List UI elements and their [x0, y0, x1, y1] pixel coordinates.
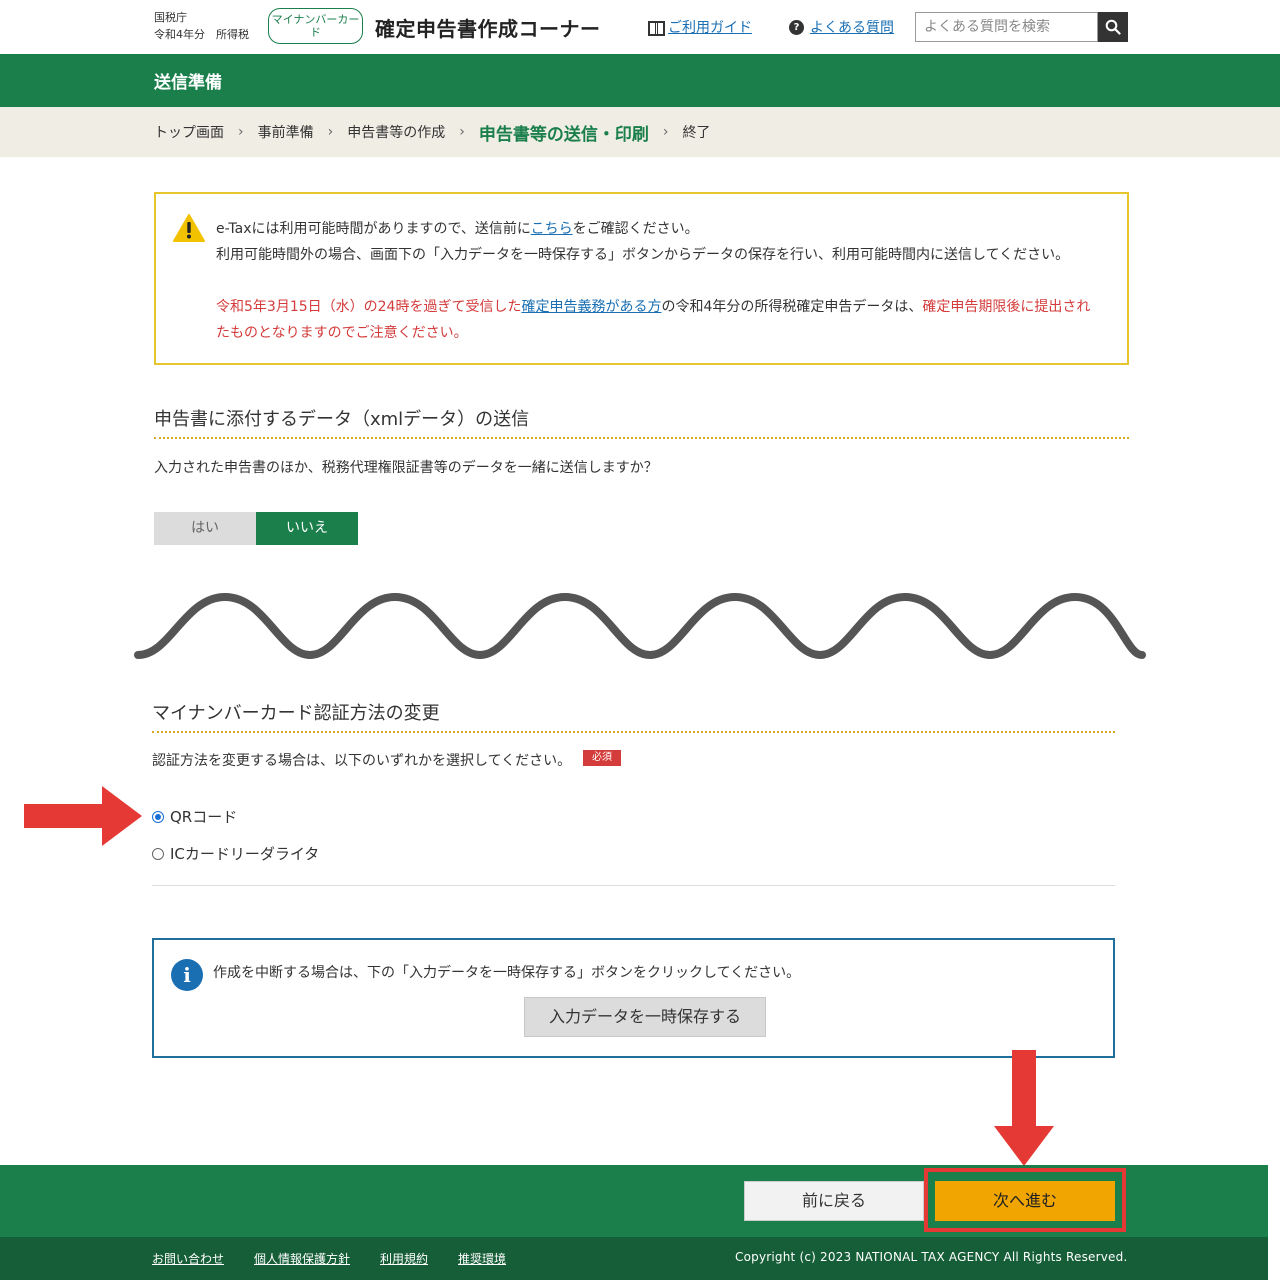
- attach-yes-button[interactable]: はい: [154, 512, 256, 545]
- search-icon: [1105, 19, 1121, 35]
- footer-link-privacy[interactable]: 個人情報保護方針: [254, 1250, 350, 1267]
- deadline-mid: の令和4年分の所得税確定申告データは、: [661, 299, 923, 315]
- copyright: Copyright (c) 2023 NATIONAL TAX AGENCY A…: [735, 1250, 1128, 1264]
- availability-warning: e-Taxには利用可能時間がありますので、送信前にこちらをご確認ください。 利用…: [154, 192, 1129, 365]
- temporary-save-button[interactable]: 入力データを一時保存する: [524, 997, 766, 1037]
- breadcrumb-separator-icon: ›: [662, 124, 669, 140]
- availability-link[interactable]: こちら: [531, 221, 573, 237]
- auth-option-ic-reader[interactable]: ICカードリーダライタ: [152, 843, 319, 864]
- deadline-pre: 令和5年3月15日（水）の24時を過ぎて受信した: [216, 299, 522, 315]
- footer-link-contact[interactable]: お問い合わせ: [152, 1250, 224, 1267]
- breadcrumb-end: 終了: [682, 125, 711, 141]
- auth-instruction: 認証方法を変更する場合は、以下のいずれかを選択してください。: [152, 753, 572, 769]
- required-badge: 必須: [583, 750, 621, 766]
- save-info-box: i 作成を中断する場合は、下の「入力データを一時保存する」ボタンをクリックしてく…: [152, 938, 1115, 1058]
- radio-ic-reader[interactable]: [152, 847, 164, 860]
- breadcrumb-creation: 申告書等の作成: [347, 125, 446, 141]
- site-title: 確定申告書作成コーナー: [375, 17, 601, 41]
- faq-link[interactable]: ? よくある質問: [789, 17, 894, 37]
- section-divider: [152, 731, 1115, 733]
- warning-line1: e-Taxには利用可能時間がありますので、送信前にこちらをご確認ください。: [216, 216, 1103, 242]
- warning-line2: 利用可能時間外の場合、画面下の「入力データを一時保存する」ボタンからデータの保存…: [216, 247, 1070, 263]
- back-button[interactable]: 前に戻る: [744, 1181, 924, 1221]
- breadcrumb-top: トップ画面: [154, 125, 224, 141]
- breadcrumb: トップ画面 › 事前準備 › 申告書等の作成 › 申告書等の送信・印刷 › 終了: [0, 107, 1280, 157]
- section-divider: [154, 437, 1129, 439]
- site-footer: お問い合わせ 個人情報保護方針 利用規約 推奨環境 Copyright (c) …: [0, 1237, 1268, 1280]
- footer-links: お問い合わせ 個人情報保護方針 利用規約 推奨環境: [152, 1250, 506, 1267]
- warning-icon: [173, 214, 205, 242]
- attach-no-button[interactable]: いいえ: [256, 512, 358, 545]
- search-button[interactable]: [1098, 12, 1128, 42]
- warning-line1-post: をご確認ください。: [572, 221, 699, 237]
- attach-question: 入力された申告書のほか、税務代理権限証書等のデータを一緒に送信しますか？: [154, 460, 658, 476]
- footer-link-terms[interactable]: 利用規約: [380, 1250, 428, 1267]
- breadcrumb-preparation: 事前準備: [257, 125, 314, 141]
- obligation-link[interactable]: 確定申告義務がある方: [521, 299, 661, 315]
- mynumber-card-badge: マイナンバーカード: [268, 8, 363, 44]
- faq-search-input[interactable]: [915, 12, 1098, 42]
- guide-link-label[interactable]: ご利用ガイド: [668, 17, 752, 37]
- auth-section-title: マイナンバーカード認証方法の変更: [152, 703, 440, 724]
- info-icon: i: [171, 959, 203, 991]
- annotation-arrow-down-icon: [994, 1050, 1054, 1166]
- agency-name: 国税庁: [154, 11, 187, 24]
- card-badge-label: マイナンバーカード: [271, 13, 360, 39]
- attach-toggle: はい いいえ: [154, 512, 358, 545]
- breadcrumb-current: 申告書等の送信・印刷: [478, 124, 649, 145]
- breadcrumb-separator-icon: ›: [238, 124, 244, 140]
- warning-line1-pre: e-Taxには利用可能時間がありますので、送信前に: [216, 221, 531, 237]
- question-icon: ?: [789, 19, 804, 35]
- book-icon: [648, 20, 665, 36]
- options-divider: [152, 885, 1115, 886]
- site-header: 国税庁 令和4年分 所得税 マイナンバーカード 確定申告書作成コーナー ご利用ガ…: [0, 0, 1280, 54]
- auth-option-qr-label: QRコード: [170, 808, 238, 826]
- agency-label: 国税庁 令和4年分 所得税: [154, 9, 249, 43]
- radio-qr[interactable]: [152, 810, 164, 823]
- attach-section-title: 申告書に添付するデータ（xmlデータ）の送信: [154, 409, 530, 430]
- breadcrumb-separator-icon: ›: [327, 124, 334, 140]
- deadline-warning: 令和5年3月15日（水）の24時を過ぎて受信した確定申告義務がある方の令和4年分…: [216, 294, 1103, 346]
- breadcrumb-separator-icon: ›: [459, 124, 465, 140]
- tax-year-label: 令和4年分 所得税: [154, 28, 249, 41]
- guide-link[interactable]: ご利用ガイド: [648, 17, 752, 37]
- faq-link-label[interactable]: よくある質問: [810, 17, 894, 37]
- auth-option-qr[interactable]: QRコード: [152, 806, 237, 827]
- action-bar: 前に戻る 次へ進む: [0, 1165, 1268, 1237]
- omission-wave-divider: [134, 592, 1146, 660]
- save-info-text: 作成を中断する場合は、下の「入力データを一時保存する」ボタンをクリックしてくださ…: [213, 965, 801, 981]
- page-title-band: 送信準備: [0, 54, 1280, 107]
- page-title: 送信準備: [154, 73, 222, 93]
- annotation-arrow-right-icon: [24, 786, 142, 846]
- auth-option-ic-label: ICカードリーダライタ: [170, 845, 320, 863]
- footer-link-environment[interactable]: 推奨環境: [458, 1250, 506, 1267]
- next-button[interactable]: 次へ進む: [935, 1181, 1115, 1221]
